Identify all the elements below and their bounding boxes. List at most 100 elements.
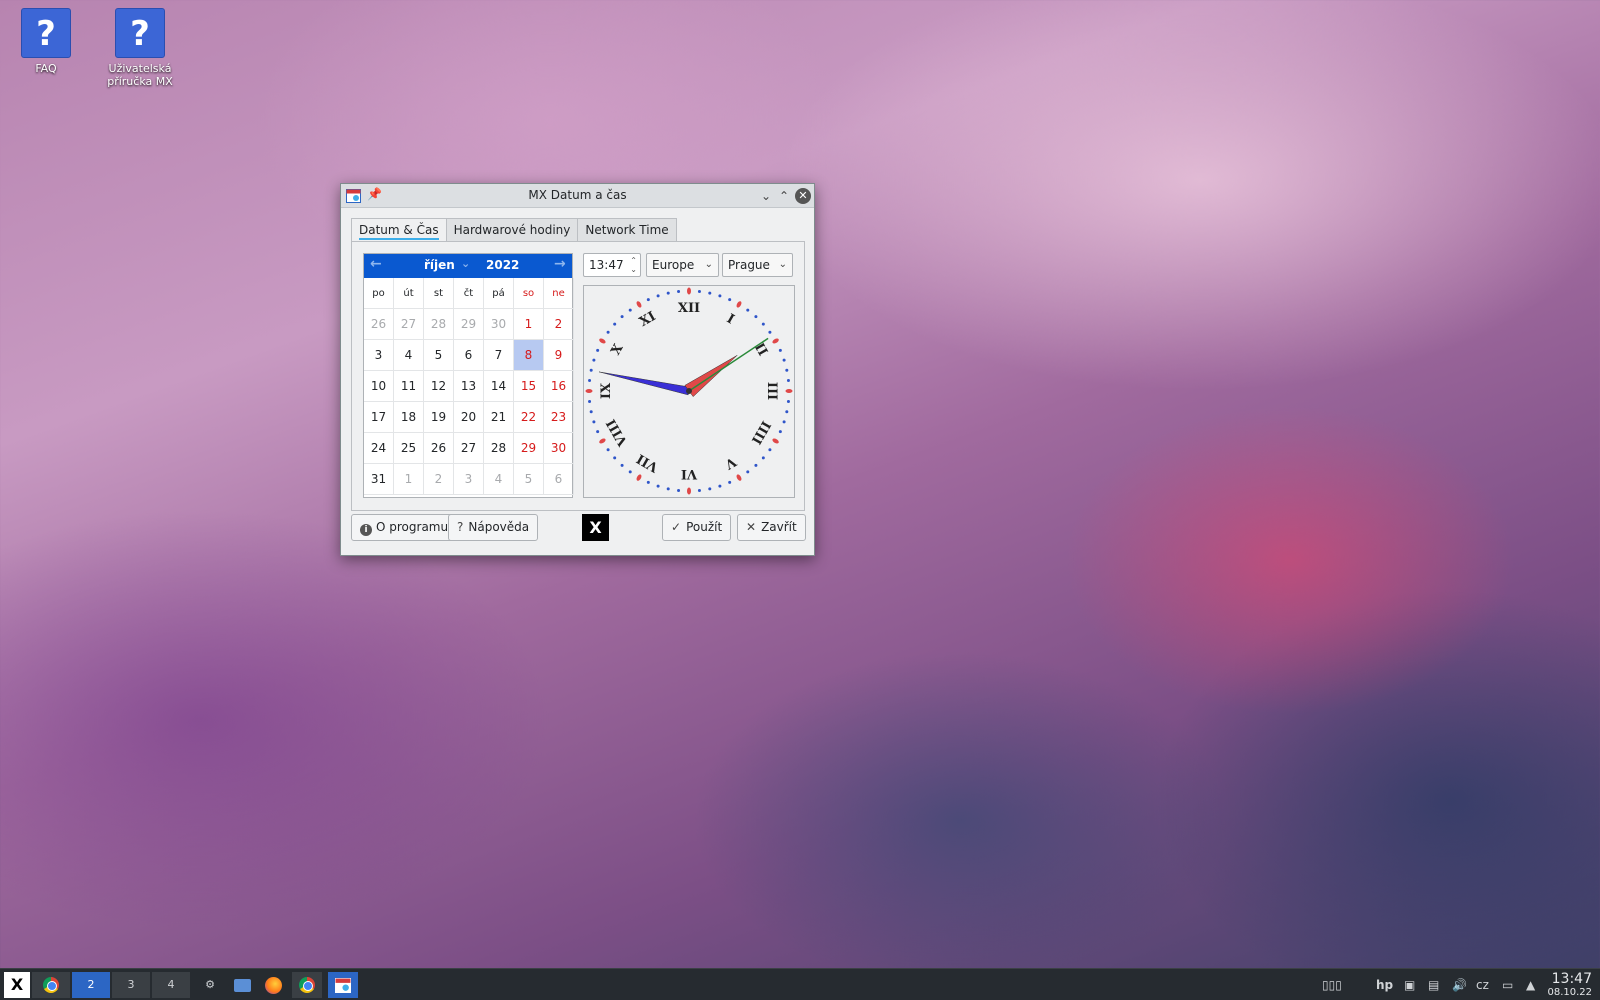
desktop-icon-faq[interactable]: ? FAQ: [11, 8, 81, 75]
network-icon[interactable]: ▭: [1502, 973, 1520, 997]
calendar-day[interactable]: 29: [514, 433, 544, 464]
calendar-day[interactable]: 27: [454, 433, 484, 464]
minute-tick: [761, 456, 765, 460]
tab-date-time[interactable]: Datum & Čas: [351, 218, 447, 242]
calendar-day[interactable]: 30: [544, 433, 574, 464]
calendar-day[interactable]: 28: [424, 309, 454, 340]
calendar-day[interactable]: 1: [514, 309, 544, 340]
calendar-day[interactable]: 25: [394, 433, 424, 464]
maximize-button[interactable]: ⌃: [775, 187, 793, 205]
calendar-day[interactable]: 29: [454, 309, 484, 340]
calendar-day[interactable]: 18: [394, 402, 424, 433]
minute-tick: [697, 488, 701, 492]
workspace-3[interactable]: 3: [112, 972, 150, 998]
calendar-day[interactable]: 2: [424, 464, 454, 495]
date-time-task[interactable]: [328, 972, 358, 998]
calendar-day[interactable]: 23: [544, 402, 574, 433]
help-icon: ?: [21, 8, 71, 58]
weekday-header: so: [514, 278, 544, 309]
desktop-icon-label: FAQ: [35, 62, 57, 75]
about-button[interactable]: iO programu: [351, 514, 458, 541]
minute-tick: [708, 487, 712, 491]
calendar-day[interactable]: 6: [544, 464, 574, 495]
calendar-day[interactable]: 22: [514, 402, 544, 433]
analog-clock: XIIIIIIIIIIIIVVIVIIVIIIIXXXI: [585, 287, 793, 495]
spin-arrows-icon[interactable]: ⌃ ⌄: [630, 256, 637, 274]
chrome-icon[interactable]: [292, 972, 322, 998]
screenshot-icon[interactable]: ▣: [1404, 973, 1422, 997]
calendar-day[interactable]: 5: [514, 464, 544, 495]
minute-tick: [718, 294, 722, 298]
minimize-button[interactable]: ⌄: [757, 187, 775, 205]
calendar-month[interactable]: říjen: [424, 258, 455, 272]
city-select[interactable]: Prague ⌄: [722, 253, 793, 277]
calendar-day[interactable]: 2: [544, 309, 574, 340]
close-button[interactable]: ✕ Zavřít: [737, 514, 806, 541]
calendar-day[interactable]: 17: [364, 402, 394, 433]
calendar-day[interactable]: 9: [544, 340, 574, 371]
desktop-icon-user-manual[interactable]: ? Uživatelská příručka MX: [105, 8, 175, 88]
tray-expand-icon[interactable]: ▲: [1526, 973, 1540, 997]
apply-button[interactable]: ✓ Použít: [662, 514, 732, 541]
hp-printer-icon[interactable]: hp: [1376, 973, 1396, 997]
minute-tick: [786, 379, 790, 383]
workspace-4[interactable]: 4: [152, 972, 190, 998]
next-month-icon[interactable]: →: [554, 256, 566, 272]
calendar-day[interactable]: 3: [364, 340, 394, 371]
calendar-day[interactable]: 1: [394, 464, 424, 495]
calendar-day[interactable]: 19: [424, 402, 454, 433]
workspace-1[interactable]: [32, 972, 70, 998]
firefox-icon[interactable]: [260, 972, 286, 998]
chrome-icon: [43, 977, 59, 993]
calendar-day[interactable]: 31: [364, 464, 394, 495]
hour-tick: [636, 301, 642, 308]
calendar-day[interactable]: 26: [424, 433, 454, 464]
calendar-day[interactable]: 16: [544, 371, 574, 402]
volume-icon[interactable]: 🔊: [1452, 973, 1470, 997]
calendar-day[interactable]: 15: [514, 371, 544, 402]
workspace-2[interactable]: 2: [72, 972, 110, 998]
calendar-day[interactable]: 4: [394, 340, 424, 371]
calendar-day[interactable]: 4: [484, 464, 514, 495]
hour-tick: [785, 389, 793, 393]
file-manager-icon[interactable]: [230, 972, 254, 998]
calendar-day[interactable]: 3: [454, 464, 484, 495]
calendar-day[interactable]: 26: [364, 309, 394, 340]
tab-network-time[interactable]: Network Time: [577, 218, 677, 242]
keyboard-layout[interactable]: cz: [1476, 973, 1494, 997]
calendar-grid: po út st čt pá so ne 26 27 28 29 30 1 2 3 4 5 6 7 8 9 10 11 12 1…: [364, 278, 574, 495]
calendar-day[interactable]: 12: [424, 371, 454, 402]
calendar-day[interactable]: 24: [364, 433, 394, 464]
calendar-day[interactable]: 8: [514, 340, 544, 371]
mx-menu-icon[interactable]: X: [4, 972, 30, 998]
prev-month-icon[interactable]: ←: [370, 256, 382, 272]
minute-tick: [677, 290, 681, 294]
calendar-day[interactable]: 20: [454, 402, 484, 433]
tab-hardware-clock[interactable]: Hardwarové hodiny: [445, 218, 579, 242]
help-button[interactable]: ? Nápověda: [448, 514, 539, 541]
pager-icon[interactable]: ▯▯▯: [1322, 973, 1370, 997]
calendar-day[interactable]: 13: [454, 371, 484, 402]
settings-icon[interactable]: ⚙: [198, 972, 222, 998]
calendar-day[interactable]: 28: [484, 433, 514, 464]
calendar-day[interactable]: 7: [484, 340, 514, 371]
calendar-day[interactable]: 14: [484, 371, 514, 402]
close-icon[interactable]: ✕: [795, 188, 811, 204]
calendar-day[interactable]: 27: [394, 309, 424, 340]
taskbar-clock[interactable]: 13:47 08.10.22: [1547, 971, 1592, 999]
chevron-down-icon: ⌄: [778, 259, 787, 270]
calendar-day[interactable]: 11: [394, 371, 424, 402]
minute-tick: [785, 410, 789, 414]
hour-tick: [772, 338, 779, 344]
time-input[interactable]: 13:47 ⌃ ⌄: [583, 253, 641, 277]
calendar-day[interactable]: 10: [364, 371, 394, 402]
region-select[interactable]: Europe ⌄: [646, 253, 719, 277]
calendar-year[interactable]: 2022: [486, 258, 519, 272]
calendar-day[interactable]: 30: [484, 309, 514, 340]
calendar-day[interactable]: 6: [454, 340, 484, 371]
title-bar[interactable]: 📌 MX Datum a čas ⌄ ⌃ ✕: [341, 184, 814, 208]
chevron-down-icon[interactable]: ⌄: [461, 257, 470, 270]
calendar-day[interactable]: 21: [484, 402, 514, 433]
calendar-day[interactable]: 5: [424, 340, 454, 371]
clipboard-icon[interactable]: ▤: [1428, 973, 1444, 997]
